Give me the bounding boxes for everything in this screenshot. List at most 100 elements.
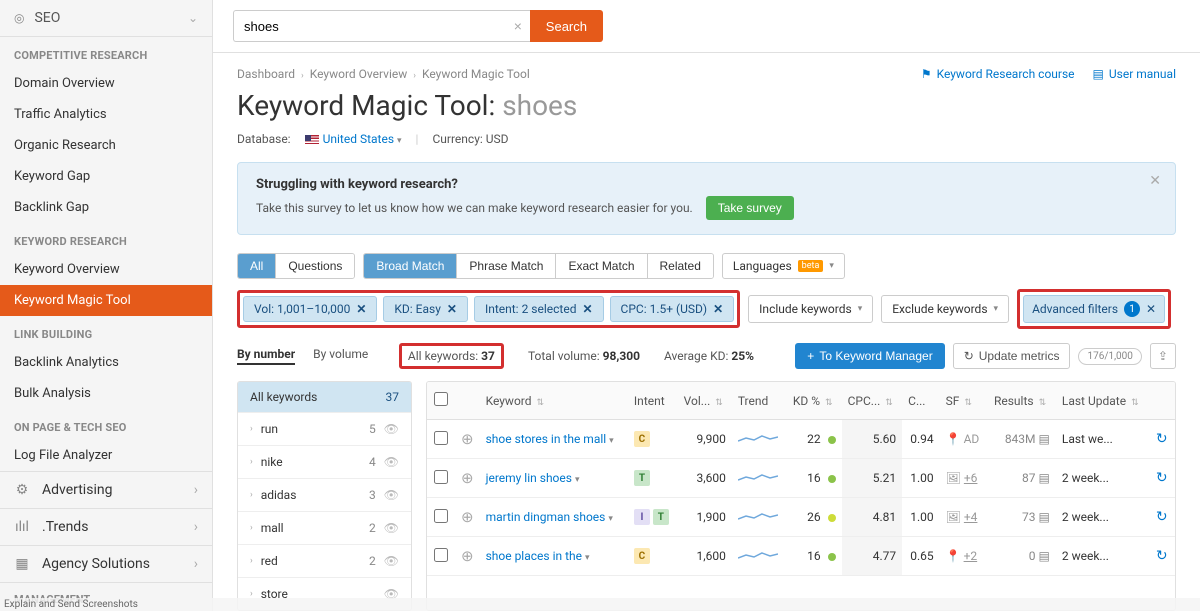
- sidebar-item[interactable]: Domain Overview: [0, 68, 212, 99]
- close-icon[interactable]: ✕: [447, 302, 457, 316]
- col-intent[interactable]: Intent: [628, 382, 678, 420]
- close-icon[interactable]: ✕: [1146, 302, 1156, 316]
- eye-icon[interactable]: 👁: [384, 554, 399, 568]
- refresh-row-button[interactable]: ↻: [1156, 431, 1168, 447]
- col-kd[interactable]: KD % ⇅: [787, 382, 842, 420]
- eye-icon[interactable]: 👁: [384, 422, 399, 436]
- sidebar-item[interactable]: Traffic Analytics: [0, 99, 212, 130]
- sidebar-big-item[interactable]: ılıl.Trends›: [0, 508, 212, 545]
- filter-chip[interactable]: KD: Easy✕: [383, 296, 468, 322]
- eye-icon[interactable]: 👁: [384, 455, 399, 469]
- col-keyword[interactable]: Keyword ⇅: [480, 382, 628, 420]
- filter-chip[interactable]: CPC: 1.5+ (USD)✕: [610, 296, 735, 322]
- tab-match[interactable]: Phrase Match: [457, 254, 556, 278]
- sidebar-section-title: COMPETITIVE RESEARCH: [0, 37, 212, 68]
- refresh-row-button[interactable]: ↻: [1156, 509, 1168, 525]
- serp-more[interactable]: +6: [964, 471, 978, 485]
- serp-snapshot-icon[interactable]: ▤: [1039, 432, 1050, 446]
- row-checkbox[interactable]: [434, 470, 448, 484]
- tab-match[interactable]: Related: [648, 254, 713, 278]
- select-all-checkbox[interactable]: [434, 392, 448, 406]
- col-volume[interactable]: Vol... ⇅: [678, 382, 732, 420]
- sidebar-item[interactable]: Backlink Gap: [0, 192, 212, 223]
- col-results[interactable]: Results ⇅: [988, 382, 1056, 420]
- banner-close-button[interactable]: ✕: [1149, 173, 1161, 189]
- chevron-right-icon: ›: [194, 519, 198, 535]
- search-button[interactable]: Search: [530, 10, 603, 42]
- close-icon[interactable]: ✕: [356, 302, 366, 316]
- keyword-group-item[interactable]: ›run5👁: [238, 412, 411, 445]
- sidebar-item[interactable]: Keyword Gap: [0, 161, 212, 192]
- keyword-link[interactable]: jeremy lin shoes ▾: [480, 459, 628, 498]
- take-survey-button[interactable]: Take survey: [706, 196, 794, 220]
- link-keyword-research-course[interactable]: ⚑Keyword Research course: [921, 67, 1075, 81]
- serp-snapshot-icon[interactable]: ▤: [1039, 510, 1050, 524]
- col-cpc[interactable]: CPC... ⇅: [842, 382, 903, 420]
- nav-icon: ılıl: [14, 519, 30, 535]
- languages-dropdown[interactable]: Languages beta ▾: [722, 253, 845, 279]
- row-checkbox[interactable]: [434, 431, 448, 445]
- breadcrumb-item[interactable]: Dashboard: [237, 67, 295, 81]
- tab-match[interactable]: Broad Match: [364, 254, 457, 278]
- sidebar-item[interactable]: Keyword Overview: [0, 254, 212, 285]
- search-clear-button[interactable]: ×: [506, 10, 530, 42]
- eye-icon[interactable]: 👁: [384, 521, 399, 535]
- close-icon[interactable]: ✕: [713, 302, 723, 316]
- target-icon: ◎: [14, 11, 24, 25]
- exclude-keywords-dropdown[interactable]: Exclude keywords▾: [881, 295, 1009, 323]
- eye-icon[interactable]: 👁: [384, 488, 399, 502]
- col-com[interactable]: C...: [902, 382, 939, 420]
- keyword-group-item[interactable]: ›nike4👁: [238, 445, 411, 478]
- tab-all[interactable]: All: [238, 254, 276, 278]
- advanced-filters-chip[interactable]: Advanced filters 1 ✕: [1023, 295, 1165, 323]
- add-keyword-button[interactable]: ⊕: [455, 420, 480, 459]
- stats-tab-by-number[interactable]: By number: [237, 347, 295, 365]
- keyword-group-item[interactable]: ›mall2👁: [238, 511, 411, 544]
- sidebar-item[interactable]: Log File Analyzer: [0, 440, 212, 471]
- sidebar-big-item[interactable]: ⚙Advertising›: [0, 471, 212, 508]
- search-input[interactable]: [233, 10, 506, 42]
- keyword-link[interactable]: shoe places in the ▾: [480, 537, 628, 576]
- sidebar-item[interactable]: Bulk Analysis: [0, 378, 212, 409]
- close-icon[interactable]: ✕: [582, 302, 592, 316]
- intent-badge-i: I: [634, 509, 650, 525]
- serp-more[interactable]: +4: [964, 510, 978, 524]
- keyword-link[interactable]: shoe stores in the mall ▾: [480, 420, 628, 459]
- add-keyword-button[interactable]: ⊕: [455, 459, 480, 498]
- serp-snapshot-icon[interactable]: ▤: [1039, 471, 1050, 485]
- col-last-update[interactable]: Last Update ⇅: [1056, 382, 1150, 420]
- refresh-row-button[interactable]: ↻: [1156, 548, 1168, 564]
- filter-chip[interactable]: Vol: 1,001–10,000✕: [243, 296, 377, 322]
- add-keyword-button[interactable]: ⊕: [455, 498, 480, 537]
- sidebar-header-seo[interactable]: ◎ SEO ⌄: [0, 0, 212, 37]
- serp-more[interactable]: +2: [964, 549, 978, 563]
- include-keywords-dropdown[interactable]: Include keywords▾: [748, 295, 873, 323]
- sidebar-big-item[interactable]: ▦Agency Solutions›: [0, 545, 212, 582]
- to-keyword-manager-button[interactable]: +To Keyword Manager: [795, 343, 944, 369]
- col-trend[interactable]: Trend: [732, 382, 787, 420]
- update-metrics-button[interactable]: ↻Update metrics: [953, 343, 1071, 369]
- col-sf[interactable]: SF ⇅: [940, 382, 988, 420]
- serp-feature-icon: AD: [964, 432, 980, 446]
- filter-chip[interactable]: Intent: 2 selected✕: [474, 296, 604, 322]
- keyword-group-item[interactable]: ›adidas3👁: [238, 478, 411, 511]
- keyword-link[interactable]: martin dingman shoes ▾: [480, 498, 628, 537]
- tab-match[interactable]: Exact Match: [556, 254, 647, 278]
- add-keyword-button[interactable]: ⊕: [455, 537, 480, 576]
- tab-questions[interactable]: Questions: [276, 254, 354, 278]
- breadcrumb-item[interactable]: Keyword Overview: [310, 67, 408, 81]
- link-user-manual[interactable]: ▤User manual: [1093, 67, 1176, 81]
- sidebar-item[interactable]: Organic Research: [0, 130, 212, 161]
- database-selector[interactable]: United States ▾: [305, 132, 402, 146]
- export-button[interactable]: ⇪: [1150, 343, 1176, 369]
- sidebar-item[interactable]: Keyword Magic Tool: [0, 285, 212, 316]
- refresh-row-button[interactable]: ↻: [1156, 470, 1168, 486]
- keyword-groups-header[interactable]: All keywords 37: [238, 382, 411, 412]
- stats-tab-by-volume[interactable]: By volume: [313, 347, 368, 365]
- serp-snapshot-icon[interactable]: ▤: [1039, 549, 1050, 563]
- row-checkbox[interactable]: [434, 548, 448, 562]
- row-checkbox[interactable]: [434, 509, 448, 523]
- keyword-group-item[interactable]: ›red2👁: [238, 544, 411, 577]
- breadcrumb-item[interactable]: Keyword Magic Tool: [422, 67, 530, 81]
- sidebar-item[interactable]: Backlink Analytics: [0, 347, 212, 378]
